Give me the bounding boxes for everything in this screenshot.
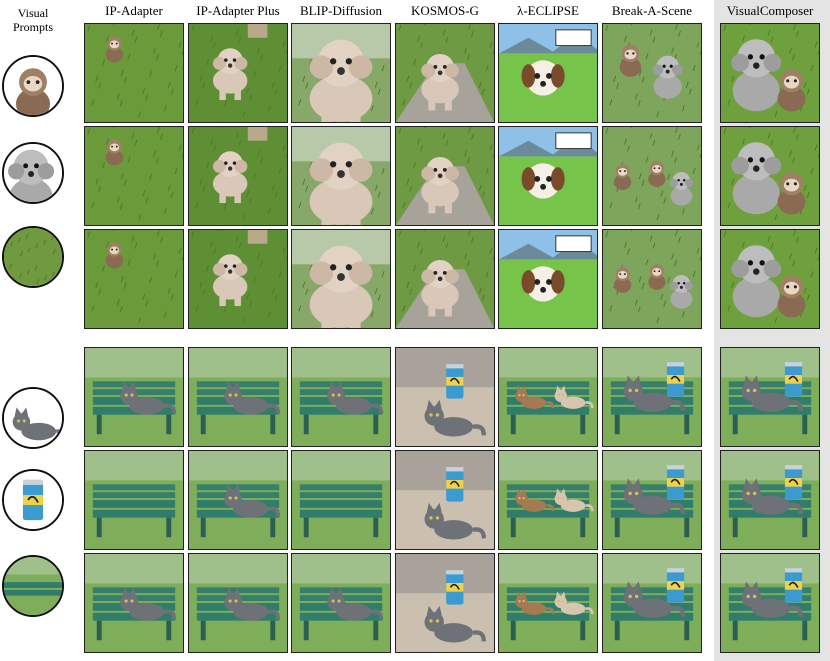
result-image-ip-adapter-g1-r3: [84, 229, 184, 329]
result-image-visualcomposer-g1-r3: [720, 229, 820, 329]
result-image-break-a-scene-g1-r3: [602, 229, 702, 329]
result-image-eclipse-g1-r3: [498, 229, 598, 329]
result-image-blip-diffusion-g1-r3: [291, 229, 391, 329]
column-header-break-a-scene: Break-A-Scene: [611, 3, 693, 18]
result-image-blip-diffusion-g2-r3: [291, 553, 391, 653]
result-image-kosmos-g-g2-r1: [395, 347, 495, 447]
sloth-plush-prompt-icon: [2, 55, 64, 117]
result-image-visualcomposer-g2-r2: [720, 450, 820, 550]
result-image-ip-adapter-plus-g2-r2: [188, 450, 288, 550]
result-image-blip-diffusion-g2-r2: [291, 450, 391, 550]
column-header-visualcomposer: VisualComposer: [726, 3, 814, 18]
result-image-blip-diffusion-g1-r1: [291, 23, 391, 123]
grass-prompt-icon: [2, 226, 64, 288]
result-image-eclipse-g2-r2: [498, 450, 598, 550]
result-image-ip-adapter-plus-g1-r1: [188, 23, 288, 123]
result-image-break-a-scene-g2-r3: [602, 553, 702, 653]
result-image-ip-adapter-g1-r1: [84, 23, 184, 123]
result-image-blip-diffusion-g1-r2: [291, 126, 391, 226]
result-image-eclipse-g1-r1: [498, 23, 598, 123]
result-image-break-a-scene-g2-r1: [602, 347, 702, 447]
result-image-kosmos-g-g2-r3: [395, 553, 495, 653]
column-header-ip-adapter: IP-Adapter: [105, 3, 163, 18]
column-header-blip-diffusion: BLIP-Diffusion: [299, 3, 383, 18]
result-image-kosmos-g-g1-r1: [395, 23, 495, 123]
column-header-eclipse: λ-ECLIPSE: [517, 3, 579, 18]
result-image-visualcomposer-g2-r3: [720, 553, 820, 653]
result-image-ip-adapter-plus-g1-r2: [188, 126, 288, 226]
result-image-eclipse-g2-r1: [498, 347, 598, 447]
result-image-break-a-scene-g2-r2: [602, 450, 702, 550]
result-image-kosmos-g-g2-r2: [395, 450, 495, 550]
result-image-ip-adapter-g2-r2: [84, 450, 184, 550]
cat-prompt-icon: [2, 387, 64, 449]
result-image-eclipse-g2-r3: [498, 553, 598, 653]
column-header-kosmos-g: KOSMOS-G: [411, 3, 479, 18]
visual-prompts-text: Visual Prompts: [12, 6, 53, 34]
result-image-ip-adapter-g2-r3: [84, 553, 184, 653]
bench-prompt-icon: [2, 555, 64, 617]
result-image-visualcomposer-g2-r1: [720, 347, 820, 447]
result-image-kosmos-g-g1-r3: [395, 229, 495, 329]
result-image-blip-diffusion-g2-r1: [291, 347, 391, 447]
result-image-break-a-scene-g1-r2: [602, 126, 702, 226]
result-image-ip-adapter-plus-g2-r1: [188, 347, 288, 447]
result-image-ip-adapter-g2-r1: [84, 347, 184, 447]
column-header-ip-adapter-plus: IP-Adapter Plus: [196, 3, 280, 18]
result-image-kosmos-g-g1-r2: [395, 126, 495, 226]
visual-prompts-label: Visual Prompts: [0, 6, 66, 34]
result-image-ip-adapter-g1-r2: [84, 126, 184, 226]
result-image-ip-adapter-plus-g1-r3: [188, 229, 288, 329]
result-image-break-a-scene-g1-r1: [602, 23, 702, 123]
result-image-visualcomposer-g1-r1: [720, 23, 820, 123]
poodle-plush-prompt-icon: [2, 142, 64, 204]
result-image-eclipse-g1-r2: [498, 126, 598, 226]
result-image-ip-adapter-plus-g2-r3: [188, 553, 288, 653]
result-image-visualcomposer-g1-r2: [720, 126, 820, 226]
can-prompt-icon: [2, 469, 64, 531]
